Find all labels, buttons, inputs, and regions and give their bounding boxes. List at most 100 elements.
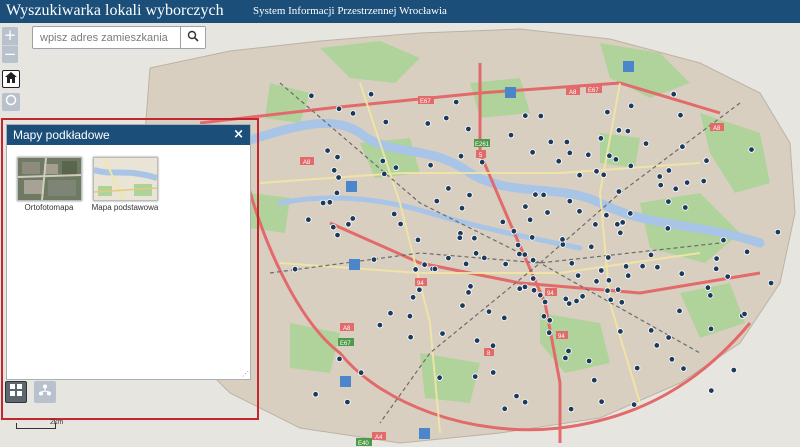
polling-station-marker[interactable] bbox=[407, 334, 414, 341]
polling-station-marker[interactable] bbox=[526, 216, 534, 223]
polling-station-marker[interactable] bbox=[336, 355, 343, 363]
polling-station-marker[interactable] bbox=[453, 98, 460, 106]
polling-station-marker[interactable] bbox=[529, 234, 536, 241]
polling-station-marker[interactable] bbox=[568, 260, 575, 267]
polling-station-marker[interactable] bbox=[700, 177, 707, 185]
polling-station-marker[interactable] bbox=[562, 354, 569, 362]
polling-station-marker[interactable] bbox=[462, 260, 470, 268]
polling-station-marker[interactable] bbox=[335, 105, 343, 112]
polling-station-marker[interactable] bbox=[472, 373, 479, 380]
polling-station-marker[interactable] bbox=[516, 285, 523, 292]
polling-station-marker[interactable] bbox=[767, 279, 775, 287]
polling-station-marker[interactable] bbox=[668, 356, 676, 363]
polling-station-marker[interactable] bbox=[724, 273, 731, 280]
polling-station-marker[interactable] bbox=[521, 251, 528, 258]
polling-station-marker[interactable] bbox=[573, 297, 580, 305]
polling-station-marker[interactable] bbox=[370, 256, 378, 263]
polling-station-marker[interactable] bbox=[381, 170, 388, 178]
polling-station-marker[interactable] bbox=[657, 181, 664, 189]
polling-station-marker[interactable] bbox=[344, 398, 351, 406]
polling-station-marker[interactable] bbox=[605, 254, 612, 261]
polling-station-marker[interactable] bbox=[349, 110, 357, 117]
home-button[interactable] bbox=[2, 70, 20, 88]
polling-station-marker[interactable] bbox=[546, 329, 553, 336]
polling-station-marker[interactable] bbox=[391, 210, 398, 218]
polling-station-marker[interactable] bbox=[563, 138, 571, 146]
polling-station-marker[interactable] bbox=[521, 399, 529, 406]
polling-station-marker[interactable] bbox=[708, 387, 715, 394]
polling-station-marker[interactable] bbox=[331, 167, 338, 174]
polling-station-marker[interactable] bbox=[376, 321, 384, 329]
zoom-out-button[interactable]: − bbox=[2, 45, 18, 64]
polling-station-marker[interactable] bbox=[502, 260, 509, 268]
polling-station-marker[interactable] bbox=[537, 292, 544, 299]
polling-station-marker[interactable] bbox=[713, 255, 720, 262]
polling-station-marker[interactable] bbox=[540, 313, 548, 320]
polling-station-marker[interactable] bbox=[397, 220, 404, 228]
polling-station-marker[interactable] bbox=[479, 158, 486, 166]
polling-station-marker[interactable] bbox=[656, 173, 663, 180]
polling-station-marker[interactable] bbox=[676, 307, 683, 315]
polling-station-marker[interactable] bbox=[614, 221, 621, 228]
basemap-tool-button[interactable] bbox=[5, 381, 27, 403]
polling-station-marker[interactable] bbox=[547, 138, 554, 146]
polling-station-marker[interactable] bbox=[593, 168, 600, 175]
polling-station-marker[interactable] bbox=[566, 149, 573, 157]
polling-station-marker[interactable] bbox=[670, 90, 677, 98]
polling-station-marker[interactable] bbox=[436, 374, 443, 381]
polling-station-marker[interactable] bbox=[591, 377, 598, 384]
polling-station-marker[interactable] bbox=[567, 405, 575, 413]
polling-station-marker[interactable] bbox=[529, 256, 537, 264]
polling-station-marker[interactable] bbox=[665, 198, 672, 205]
polling-station-marker[interactable] bbox=[604, 287, 611, 294]
polling-station-marker[interactable] bbox=[672, 185, 679, 192]
polling-station-marker[interactable] bbox=[683, 179, 691, 186]
polling-station-marker[interactable] bbox=[678, 270, 685, 277]
polling-station-marker[interactable] bbox=[382, 118, 389, 126]
polling-station-marker[interactable] bbox=[615, 127, 623, 134]
polling-station-marker[interactable] bbox=[424, 120, 431, 127]
polling-station-marker[interactable] bbox=[544, 209, 551, 216]
polling-station-marker[interactable] bbox=[532, 191, 539, 198]
polling-station-marker[interactable] bbox=[593, 278, 600, 285]
polling-station-marker[interactable] bbox=[490, 369, 497, 376]
polling-station-marker[interactable] bbox=[680, 365, 687, 372]
polling-station-marker[interactable] bbox=[588, 243, 595, 250]
polling-station-marker[interactable] bbox=[501, 405, 508, 412]
polling-station-marker[interactable] bbox=[574, 272, 582, 279]
polling-station-marker[interactable] bbox=[597, 135, 605, 142]
locate-button[interactable] bbox=[2, 93, 20, 111]
polling-station-marker[interactable] bbox=[606, 152, 613, 159]
search-button[interactable] bbox=[180, 27, 205, 48]
polling-station-marker[interactable] bbox=[459, 302, 466, 309]
polling-station-marker[interactable] bbox=[499, 218, 506, 226]
polling-station-marker[interactable] bbox=[427, 161, 434, 169]
polling-station-marker[interactable] bbox=[579, 293, 586, 300]
polling-station-marker[interactable] bbox=[481, 254, 488, 262]
polling-station-marker[interactable] bbox=[439, 330, 446, 337]
polling-station-marker[interactable] bbox=[431, 265, 439, 273]
polling-station-marker[interactable] bbox=[774, 228, 782, 236]
polling-station-marker[interactable] bbox=[522, 112, 529, 119]
polling-station-marker[interactable] bbox=[406, 313, 414, 320]
polling-station-marker[interactable] bbox=[392, 164, 400, 171]
polling-station-marker[interactable] bbox=[665, 167, 673, 174]
polling-station-marker[interactable] bbox=[546, 317, 553, 324]
polling-station-marker[interactable] bbox=[618, 299, 625, 306]
polling-station-marker[interactable] bbox=[319, 199, 327, 207]
polling-station-marker[interactable] bbox=[619, 219, 626, 226]
polling-station-marker[interactable] bbox=[541, 298, 549, 306]
polling-station-marker[interactable] bbox=[334, 231, 341, 239]
polling-station-marker[interactable] bbox=[409, 294, 417, 301]
polling-station-marker[interactable] bbox=[501, 314, 508, 322]
polling-station-marker[interactable] bbox=[456, 234, 463, 241]
polling-station-marker[interactable] bbox=[576, 171, 583, 179]
polling-station-marker[interactable] bbox=[704, 284, 712, 291]
polling-station-marker[interactable] bbox=[387, 310, 394, 317]
polling-station-marker[interactable] bbox=[600, 171, 607, 178]
polling-station-marker[interactable] bbox=[333, 189, 341, 197]
polling-station-marker[interactable] bbox=[615, 188, 623, 195]
polling-station-marker[interactable] bbox=[605, 277, 613, 284]
polling-station-marker[interactable] bbox=[555, 157, 562, 165]
search-input[interactable] bbox=[33, 27, 179, 48]
